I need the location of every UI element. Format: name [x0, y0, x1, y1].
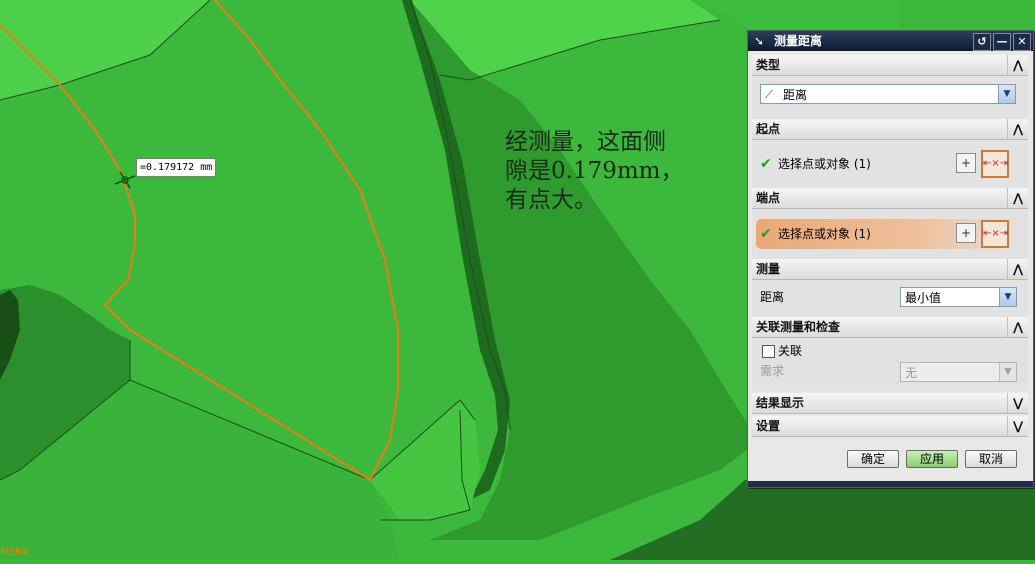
point-dialog-icon[interactable]: +: [956, 223, 976, 243]
chevron-up-icon[interactable]: ⋀: [1007, 119, 1028, 139]
requirement-label: 需求: [760, 364, 785, 378]
point-constructor-icon[interactable]: ⇤×⇥: [981, 150, 1009, 178]
measure-distance-label: 距离: [760, 290, 785, 304]
close-button[interactable]: ✕: [1013, 33, 1031, 51]
annotation-line-3: 有点大。: [505, 187, 597, 213]
cancel-button[interactable]: 取消: [965, 450, 1017, 468]
end-point-label: 选择点或对象 (1): [778, 227, 871, 241]
section-type-header[interactable]: 类型 ⋀: [752, 55, 1028, 76]
dialog-title: 测量距离: [774, 34, 823, 48]
associate-checkbox[interactable]: [762, 345, 775, 358]
start-point-selector[interactable]: ✔ 选择点或对象 (1) + ⇤×⇥: [756, 149, 1024, 179]
section-associate-header[interactable]: 关联测量和检查 ⋀: [752, 317, 1028, 338]
apply-button[interactable]: 应用: [906, 450, 958, 468]
checkmark-icon: ✔: [760, 156, 772, 172]
camera-label: MERA: [0, 547, 29, 558]
requirement-select: 无 ▼: [900, 362, 1017, 382]
associate-label: 关联: [778, 344, 803, 358]
checkmark-icon: ✔: [760, 226, 772, 242]
section-start-header[interactable]: 起点 ⋀: [752, 119, 1028, 140]
measure-mode-select[interactable]: 最小值 ▼: [900, 287, 1017, 307]
chevron-down-icon[interactable]: ▼: [999, 288, 1016, 306]
section-measure-title: 测量: [756, 262, 781, 276]
chevron-up-icon[interactable]: ⋀: [1007, 317, 1028, 337]
annotation-line-2: 隙是0.179mm，: [505, 158, 684, 184]
distance-readout: =0.179172 mm: [136, 158, 217, 177]
minimize-button[interactable]: —: [993, 33, 1011, 51]
section-measure-body: 距离 最小值 ▼: [752, 280, 1028, 317]
section-settings-title: 设置: [756, 419, 781, 433]
end-point-selector[interactable]: ✔ 选择点或对象 (1) + ⇤×⇥: [756, 219, 1024, 249]
section-measure-header[interactable]: 测量 ⋀: [752, 259, 1028, 280]
section-associate-body: 关联 需求 无 ▼: [752, 338, 1028, 391]
section-type-title: 类型: [756, 58, 781, 72]
type-select-value: 距离: [783, 88, 808, 102]
requirement-value: 无: [905, 366, 918, 380]
section-type-body: ⟋ 距离 ▼: [752, 76, 1028, 119]
section-start-body: ✔ 选择点或对象 (1) + ⇤×⇥: [752, 140, 1028, 188]
distance-ruler-icon: ⟋: [765, 88, 773, 101]
section-result-header[interactable]: 结果显示 ⋁: [752, 393, 1028, 414]
reset-button[interactable]: ↺: [973, 33, 991, 51]
section-associate-title: 关联测量和检查: [756, 320, 841, 334]
cursor-arrow-icon: ➘: [753, 34, 765, 48]
dialog-bottom-bar: [748, 481, 1033, 487]
dialog-titlebar[interactable]: ➘ 测量距离 ↺ — ✕: [748, 31, 1033, 51]
chevron-up-icon[interactable]: ⋀: [1007, 188, 1028, 208]
annotation-line-1: 经测量，这面侧: [505, 129, 666, 155]
section-start-title: 起点: [756, 122, 781, 136]
chevron-down-icon: ▼: [999, 363, 1016, 381]
section-settings-header[interactable]: 设置 ⋁: [752, 416, 1028, 437]
ok-button[interactable]: 确定: [847, 450, 899, 468]
chevron-down-icon[interactable]: ⋁: [1007, 393, 1028, 413]
section-result-title: 结果显示: [756, 396, 805, 410]
section-end-header[interactable]: 端点 ⋀: [752, 188, 1028, 209]
point-dialog-icon[interactable]: +: [956, 153, 976, 173]
chevron-up-icon[interactable]: ⋀: [1007, 55, 1028, 75]
chevron-down-icon[interactable]: ⋁: [1007, 416, 1028, 436]
measure-distance-dialog: ➘ 测量距离 ↺ — ✕ 类型 ⋀ ⟋ 距离 ▼ 起点 ⋀ ✔ 选择点或对象 (…: [747, 30, 1034, 488]
chevron-up-icon[interactable]: ⋀: [1007, 259, 1028, 279]
section-end-body: ✔ 选择点或对象 (1) + ⇤×⇥: [752, 209, 1028, 259]
annotation-text: 经测量，这面侧 隙是0.179mm， 有点大。: [505, 128, 735, 215]
chevron-down-icon[interactable]: ▼: [998, 85, 1015, 103]
measure-mode-value: 最小值: [905, 291, 942, 305]
start-point-label: 选择点或对象 (1): [778, 157, 871, 171]
point-constructor-icon[interactable]: ⇤×⇥: [981, 220, 1009, 248]
type-select[interactable]: ⟋ 距离 ▼: [760, 84, 1016, 104]
section-end-title: 端点: [756, 191, 781, 205]
